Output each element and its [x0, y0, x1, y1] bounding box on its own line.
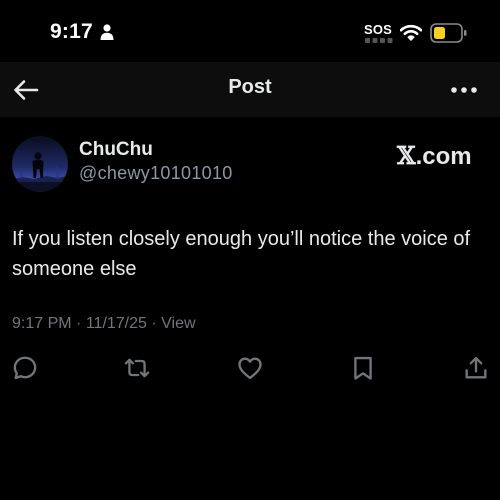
page-title: Post [228, 76, 272, 98]
status-time: 9:17 [50, 20, 93, 43]
sos-label: SOS [364, 22, 393, 37]
battery-icon [430, 23, 467, 43]
share-button[interactable] [462, 354, 490, 382]
bookmark-icon [354, 356, 372, 380]
views-link[interactable]: View [161, 315, 195, 332]
watermark-suffix: .com [415, 143, 472, 170]
more-options-icon[interactable] [448, 76, 480, 104]
avatar[interactable] [12, 136, 68, 192]
reply-icon [13, 356, 37, 380]
post-screen: 9:17 SOS Post ChuChu @chewy10101010 𝕏.co… [0, 0, 500, 500]
share-icon [465, 356, 487, 379]
like-button[interactable] [236, 354, 264, 382]
heart-icon [238, 357, 262, 380]
signal-dots-icon [365, 38, 393, 43]
post-meta: 9:17 PM · 11/17/25 · View [12, 315, 196, 333]
meta-separator: · [76, 315, 82, 332]
display-name[interactable]: ChuChu [79, 139, 153, 161]
sos-indicator: SOS [364, 22, 394, 46]
wifi-icon [400, 24, 422, 41]
username[interactable]: @chewy10101010 [79, 163, 233, 184]
post-date: 11/17/25 [85, 315, 147, 332]
person-icon [100, 24, 114, 40]
watermark-logo: 𝕏.com [397, 141, 472, 171]
post-text: If you listen closely enough you’ll noti… [12, 228, 471, 280]
status-bar: 9:17 SOS [0, 0, 500, 62]
nav-bar: Post [0, 62, 500, 117]
reply-button[interactable] [11, 354, 39, 382]
repost-icon [124, 358, 150, 378]
bookmark-button[interactable] [349, 354, 377, 382]
repost-button[interactable] [123, 354, 151, 382]
meta-separator: · [151, 315, 157, 332]
x-logo-glyph: 𝕏 [397, 141, 416, 170]
post-time: 9:17 PM [12, 315, 72, 332]
back-arrow-icon[interactable] [10, 74, 42, 106]
